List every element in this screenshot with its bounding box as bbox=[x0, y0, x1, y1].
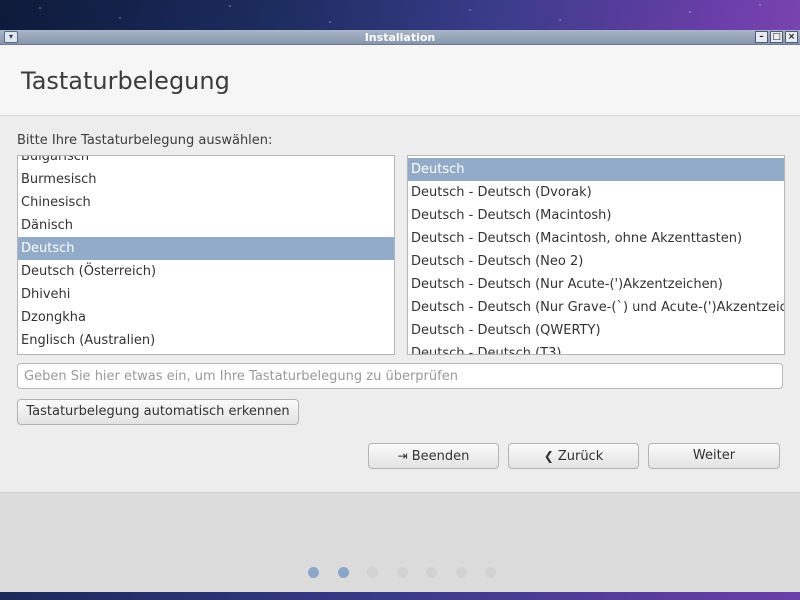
layout-item[interactable]: Deutsch (Österreich) bbox=[18, 260, 394, 283]
progress-dot bbox=[455, 567, 467, 578]
layout-prompt: Bitte Ihre Tastaturbelegung auswählen: bbox=[17, 133, 273, 148]
variant-item[interactable]: Deutsch - Deutsch (T3) bbox=[408, 342, 784, 354]
exit-icon: ⇥ bbox=[397, 449, 408, 463]
progress-dot bbox=[367, 567, 378, 578]
variant-item[interactable]: Deutsch - Deutsch (Dvorak) bbox=[408, 181, 784, 204]
progress-dot bbox=[337, 567, 349, 578]
layout-item[interactable]: Burmesisch bbox=[18, 168, 394, 191]
layout-item[interactable]: Englisch (Australien) bbox=[18, 329, 394, 352]
progress-dot bbox=[426, 567, 437, 578]
layout-item[interactable]: Bulgarisch bbox=[18, 156, 394, 168]
progress-dot bbox=[485, 567, 496, 578]
back-label: Zurück bbox=[557, 449, 604, 464]
next-label: Weiter bbox=[692, 448, 736, 463]
layout-item[interactable]: Dzongkha bbox=[18, 306, 394, 329]
page-header: Tastaturbelegung bbox=[0, 45, 800, 116]
layout-list[interactable]: Bulgarisch Burmesisch Chinesisch Dänisch Deu… bbox=[17, 155, 395, 355]
title-bar: ▾ Installation – □ × bbox=[0, 30, 800, 45]
close-icon[interactable]: × bbox=[785, 31, 798, 43]
maximize-icon[interactable]: □ bbox=[770, 31, 783, 43]
back-button[interactable]: ❮ Zurück bbox=[508, 443, 639, 469]
variant-item[interactable]: Deutsch - Deutsch (Nur Acute-(')Akzentze… bbox=[408, 273, 784, 296]
keyboard-test-input[interactable] bbox=[17, 363, 783, 389]
layout-item[interactable]: Dhivehi bbox=[18, 283, 394, 306]
detect-layout-label: Tastaturbelegung automatisch erkennen bbox=[26, 404, 290, 419]
minimize-icon[interactable]: – bbox=[755, 31, 768, 43]
variant-item[interactable]: Deutsch - Deutsch (Macintosh, ohne Akzen… bbox=[408, 227, 784, 250]
detect-layout-button[interactable]: Tastaturbelegung automatisch erkennen bbox=[17, 399, 299, 425]
quit-label: Beenden bbox=[411, 449, 470, 464]
variant-item[interactable]: Deutsch bbox=[408, 158, 784, 181]
layout-item[interactable]: Deutsch bbox=[18, 237, 394, 260]
progress-footer bbox=[0, 492, 800, 592]
variant-item[interactable]: Deutsch - Deutsch (Macintosh) bbox=[408, 204, 784, 227]
variant-item[interactable]: Deutsch - Deutsch (Neo 2) bbox=[408, 250, 784, 273]
variant-item[interactable]: Deutsch - Deutsch (Nur Grave-(`) und Acu… bbox=[408, 296, 784, 319]
next-button[interactable]: Weiter bbox=[648, 443, 780, 469]
variant-item[interactable]: Deutsch - Deutsch (QWERTY) bbox=[408, 319, 784, 342]
desktop-panel bbox=[0, 592, 800, 600]
progress-dot bbox=[308, 567, 319, 578]
layout-item[interactable]: Chinesisch bbox=[18, 191, 394, 214]
installer-window: ▾ Installation – □ × Tastaturbelegung Bi… bbox=[0, 30, 800, 592]
page-title: Tastaturbelegung bbox=[21, 67, 230, 95]
progress-dot bbox=[396, 567, 408, 578]
quit-button[interactable]: ⇥ Beenden bbox=[368, 443, 499, 469]
variant-list[interactable]: Deutsch Deutsch - Deutsch (Dvorak) Deutsch… bbox=[407, 155, 785, 355]
desktop-background bbox=[0, 0, 800, 30]
layout-item[interactable]: Dänisch bbox=[18, 214, 394, 237]
window-title: Installation bbox=[364, 31, 436, 44]
chevron-left-icon: ❮ bbox=[543, 449, 554, 463]
